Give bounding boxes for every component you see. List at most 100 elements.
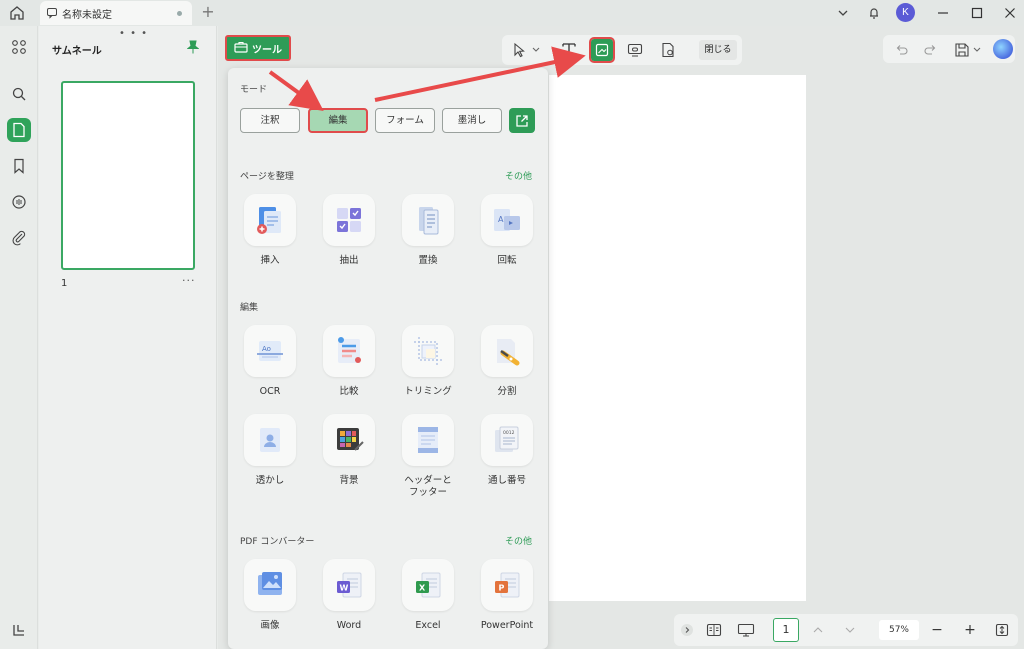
close-edit-button[interactable]: 閉じる (699, 40, 737, 60)
svg-text:P: P (499, 584, 505, 593)
updf-logo-icon[interactable] (7, 618, 31, 642)
undo-icon[interactable] (891, 39, 913, 61)
thumbnail-page-icon[interactable] (7, 118, 31, 142)
organize-section-label: ページを整理 (240, 172, 294, 182)
page-number-input[interactable]: 1 (773, 618, 799, 642)
svg-text:W: W (340, 584, 349, 593)
comment-icon (46, 7, 58, 19)
word-icon: W (323, 559, 375, 611)
maximize-icon[interactable] (968, 2, 986, 24)
next-page-icon[interactable] (842, 620, 858, 640)
header-footer-label: ヘッダーと フッター (404, 475, 452, 498)
to-excel-label: Excel (415, 620, 441, 631)
bates-number-tile[interactable]: 0012 通し番号 (470, 414, 544, 487)
insert-pages-icon (244, 194, 296, 246)
redo-icon[interactable] (919, 39, 941, 61)
compare-tile[interactable]: 比較 (312, 325, 386, 398)
zoom-in-button[interactable]: + (962, 620, 978, 640)
thumbnail-panel-title: サムネール (52, 46, 102, 57)
ocr-label: OCR (259, 386, 281, 397)
extract-pages-icon (323, 194, 375, 246)
excel-icon: X (402, 559, 454, 611)
image-convert-icon (244, 559, 296, 611)
document-tab[interactable]: 名称未設定 (40, 1, 192, 25)
document-page[interactable] (549, 75, 806, 601)
minimize-icon[interactable] (934, 2, 952, 24)
notification-bell-icon[interactable] (864, 2, 884, 24)
thumbnail-more-button[interactable]: ··· (182, 274, 196, 287)
select-cursor-icon[interactable] (508, 39, 544, 61)
bookmark-icon[interactable] (7, 154, 31, 178)
external-link-icon (516, 114, 528, 127)
previous-page-icon[interactable] (810, 620, 826, 640)
unsaved-dot (177, 11, 182, 16)
close-window-icon[interactable] (1001, 2, 1019, 24)
rotate-tile[interactable]: A 回転 (470, 194, 544, 267)
expand-chevron-icon[interactable] (680, 620, 694, 640)
split-tile[interactable]: 分割 (470, 325, 544, 398)
background-label: 背景 (339, 475, 359, 486)
add-image-icon[interactable] (589, 37, 615, 63)
mode-annotate-button[interactable]: 注釈 (240, 108, 300, 133)
add-link-icon[interactable] (624, 39, 646, 61)
ai-assistant-icon[interactable] (993, 39, 1013, 59)
mode-redact-button[interactable]: 墨消し (442, 108, 502, 133)
tools-button[interactable]: ツール (225, 35, 291, 61)
chevron-down-icon[interactable] (834, 2, 852, 24)
header-footer-icon (402, 414, 454, 466)
add-text-icon[interactable] (558, 39, 580, 61)
split-label: 分割 (497, 386, 517, 397)
tools-panel: モード 注釈 編集 フォーム 墨消し ページを整理 その他 挿入 抽出 置換 A… (228, 68, 548, 649)
apps-grid-icon[interactable] (7, 35, 31, 59)
zoom-level[interactable]: 57% (879, 620, 919, 640)
mode-form-button[interactable]: フォーム (375, 108, 435, 133)
bates-number-label: 通し番号 (487, 475, 526, 486)
compare-label: 比較 (339, 386, 359, 397)
powerpoint-icon: P (481, 559, 533, 611)
edit-link-icon[interactable] (657, 39, 679, 61)
fit-page-icon[interactable] (992, 620, 1012, 640)
organize-more-link[interactable]: その他 (505, 169, 532, 182)
drag-handle[interactable]: • • • (119, 28, 148, 39)
history-toolbar (883, 35, 1015, 63)
svg-text:A: A (498, 215, 504, 224)
converter-more-link[interactable]: その他 (505, 534, 532, 547)
page-thumbnail[interactable] (61, 81, 195, 270)
replace-tile[interactable]: 置換 (391, 194, 465, 267)
tools-button-label: ツール (252, 44, 282, 56)
search-icon[interactable] (7, 82, 31, 106)
header-footer-tile[interactable]: ヘッダーと フッター (391, 414, 465, 499)
to-powerpoint-tile[interactable]: P PowerPoint (470, 559, 544, 632)
to-image-tile[interactable]: 画像 (233, 559, 307, 632)
save-icon[interactable] (951, 39, 987, 61)
bates-number-icon: 0012 (481, 414, 533, 466)
user-avatar[interactable]: K (896, 3, 915, 22)
to-excel-tile[interactable]: X Excel (391, 559, 465, 632)
crop-label: トリミング (404, 386, 452, 397)
watermark-icon (244, 414, 296, 466)
mode-edit-button[interactable]: 編集 (308, 108, 368, 133)
zoom-out-button[interactable]: − (929, 620, 945, 640)
background-icon (323, 414, 375, 466)
edit-toolbar: 閉じる (502, 35, 742, 65)
mode-section-label: モード (240, 85, 268, 95)
home-icon[interactable] (8, 4, 26, 22)
insert-tile[interactable]: 挿入 (233, 194, 307, 267)
page-layout-icon[interactable] (704, 620, 724, 640)
to-word-tile[interactable]: W Word (312, 559, 386, 632)
extract-tile[interactable]: 抽出 (312, 194, 386, 267)
background-tile[interactable]: 背景 (312, 414, 386, 487)
pin-icon[interactable] (186, 40, 200, 54)
crop-tile[interactable]: トリミング (391, 325, 465, 398)
open-external-button[interactable] (509, 108, 535, 133)
presentation-icon[interactable] (735, 620, 757, 640)
replace-pages-icon (402, 194, 454, 246)
tab-title: 名称未設定 (62, 9, 112, 21)
comment-list-icon[interactable] (7, 190, 31, 214)
left-rail (0, 26, 38, 649)
attachment-icon[interactable] (7, 226, 31, 250)
ocr-tile[interactable]: Ao OCR (233, 325, 307, 398)
add-tab-button[interactable]: + (200, 3, 216, 21)
title-bar: 名称未設定 + K (0, 0, 1024, 26)
watermark-tile[interactable]: 透かし (233, 414, 307, 487)
